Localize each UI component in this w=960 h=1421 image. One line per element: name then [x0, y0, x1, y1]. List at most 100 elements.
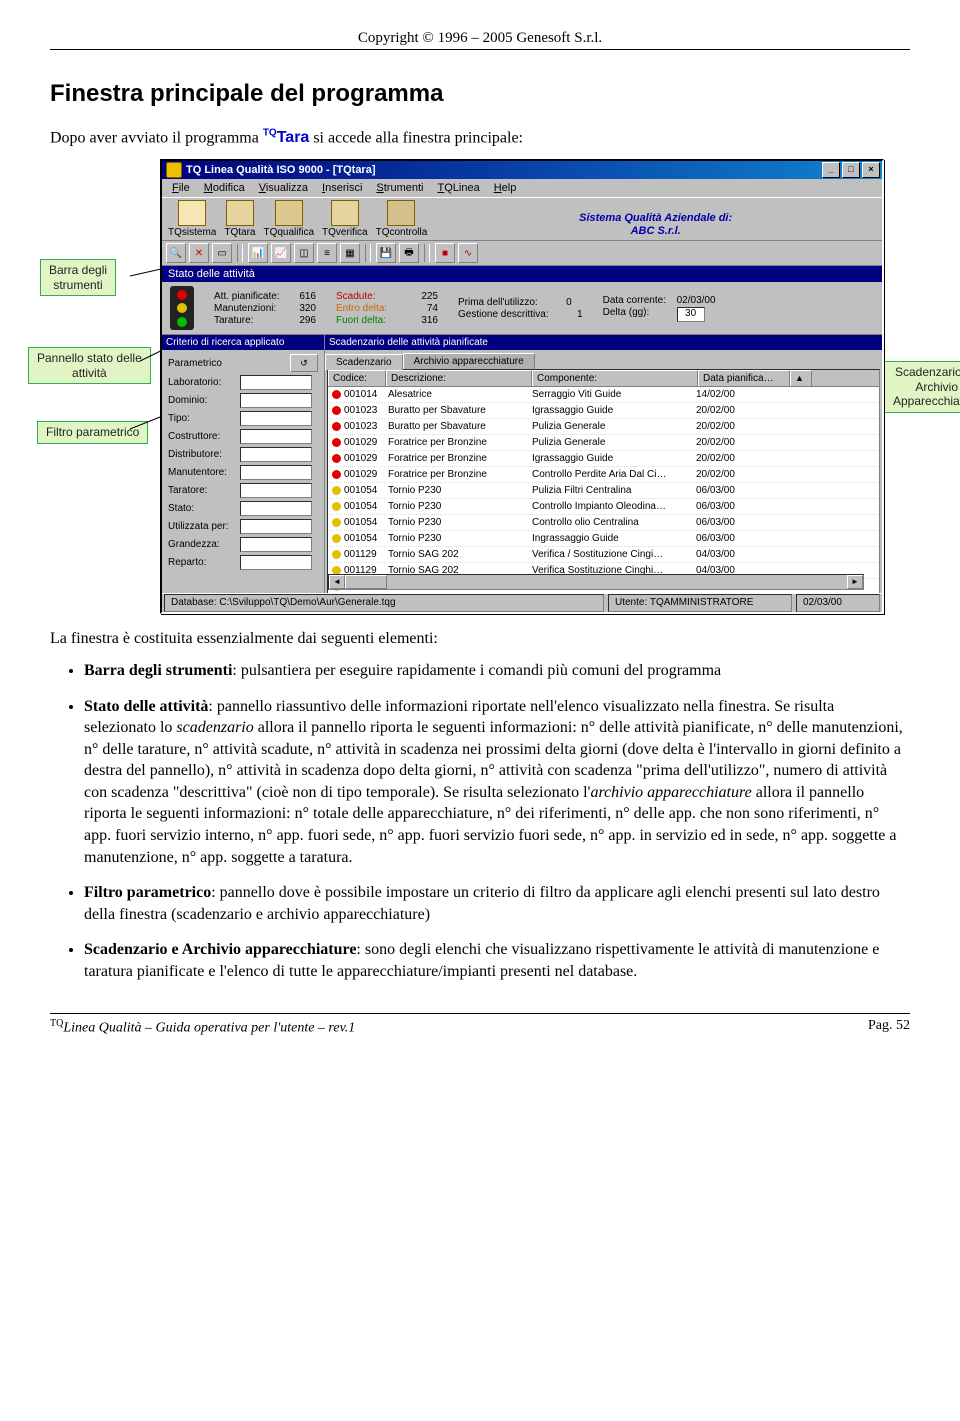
status-ball-icon: [332, 470, 341, 479]
status-date: 02/03/00: [796, 594, 880, 612]
data-grid[interactable]: Codice: Descrizione: Componente: Data pi…: [327, 369, 880, 595]
status-ball-icon: [332, 406, 341, 415]
menu-modifica[interactable]: Modifica: [198, 181, 251, 195]
menubar: FileModificaVisualizzaInserisciStrumenti…: [162, 179, 882, 197]
tb-chart1-icon[interactable]: 📊: [248, 243, 268, 263]
scroll-thumb[interactable]: [345, 575, 387, 589]
table-row[interactable]: 001014AlesatriceSerraggio Viti Guide14/0…: [328, 387, 879, 403]
filter-row: Dominio:: [168, 393, 318, 408]
filter-input[interactable]: [240, 375, 312, 390]
status-ball-icon: [332, 390, 341, 399]
copyright-header: Copyright © 1996 – 2005 Genesoft S.r.l.: [50, 30, 910, 50]
statusbar: Database: C:\Sviluppo\TQ\Demo\Aur\Genera…: [162, 593, 882, 612]
menu-strumenti[interactable]: Strumenti: [370, 181, 429, 195]
filter-mode-row: Parametrico ↺: [168, 354, 318, 372]
bullet-filter: Filtro parametrico: pannello dove è poss…: [84, 882, 910, 925]
titlebar: TQ Linea Qualità ISO 9000 - [TQtara] _ □…: [162, 161, 882, 179]
status-ball-icon: [332, 534, 341, 543]
page-number: Pag. 52: [868, 1018, 910, 1037]
col-componente[interactable]: Componente:: [532, 370, 698, 386]
tb-list-icon[interactable]: ≡: [317, 243, 337, 263]
filter-row: Tipo:: [168, 411, 318, 426]
minimize-button[interactable]: _: [822, 162, 840, 178]
screenshot-diagram: Barra deglistrumenti Pannello stato dell…: [50, 159, 910, 610]
maximize-button[interactable]: □: [842, 162, 860, 178]
table-row[interactable]: 001054Tornio P230Controllo Impianto Oleo…: [328, 499, 879, 515]
horizontal-scrollbar[interactable]: ◄ ►: [328, 574, 864, 590]
tool-tqcontrolla[interactable]: TQcontrolla: [376, 200, 428, 238]
filter-refresh-button[interactable]: ↺: [290, 354, 318, 372]
tb-card-icon[interactable]: ▭: [212, 243, 232, 263]
list-panel: Scadenzario delle attività pianificate S…: [325, 335, 882, 597]
company-banner: Sistema Qualità Aziendale di: ABC S.r.l.: [435, 212, 876, 238]
callout-toolbar: Barra deglistrumenti: [40, 259, 116, 296]
filter-row: Utilizzata per:: [168, 519, 318, 534]
filter-row: Grandezza:: [168, 537, 318, 552]
callout-status-panel: Pannello stato delleattività: [28, 347, 151, 384]
tb-delete-icon[interactable]: ✕: [189, 243, 209, 263]
filter-input[interactable]: [240, 465, 312, 480]
table-row[interactable]: 001129Tornio SAG 202Verifica / Sostituzi…: [328, 547, 879, 563]
menu-help[interactable]: Help: [488, 181, 523, 195]
filter-input[interactable]: [240, 483, 312, 498]
menu-file[interactable]: File: [166, 181, 196, 195]
tool-tqverifica[interactable]: TQverifica: [322, 200, 368, 238]
secondary-toolbar: 🔍 ✕ ▭ 📊 📈 ◫ ≡ ▦ 💾 🖶 ■ ∿: [162, 241, 882, 266]
filter-row: Taratore:: [168, 483, 318, 498]
bullet-toolbar: Barra degli strumenti: pulsantiera per e…: [84, 660, 910, 682]
table-row[interactable]: 001054Tornio P230Pulizia Filtri Centrali…: [328, 483, 879, 499]
table-row[interactable]: 001029Foratrice per BronzinePulizia Gene…: [328, 435, 879, 451]
app-icon: [166, 162, 182, 178]
filter-input[interactable]: [240, 393, 312, 408]
menu-tqlinea[interactable]: TQLinea: [432, 181, 486, 195]
tb-save-icon[interactable]: 💾: [376, 243, 396, 263]
filter-input[interactable]: [240, 429, 312, 444]
filter-input[interactable]: [240, 555, 312, 570]
status-ball-icon: [332, 550, 341, 559]
filter-row: Stato:: [168, 501, 318, 516]
filter-input[interactable]: [240, 519, 312, 534]
close-button[interactable]: ×: [862, 162, 880, 178]
page-title: Finestra principale del programma: [50, 80, 910, 108]
menu-visualizza[interactable]: Visualizza: [253, 181, 314, 195]
status-panel-title: Stato delle attività: [162, 266, 882, 282]
filter-input[interactable]: [240, 447, 312, 462]
col-data[interactable]: Data pianifica…: [698, 370, 790, 386]
filter-input[interactable]: [240, 537, 312, 552]
tb-print-icon[interactable]: 🖶: [399, 243, 419, 263]
menu-inserisci[interactable]: Inserisci: [316, 181, 368, 195]
scroll-right-button[interactable]: ►: [847, 575, 863, 589]
intro-text: Dopo aver avviato il programma TQTara si…: [50, 128, 910, 147]
table-row[interactable]: 001054Tornio P230Controllo olio Centrali…: [328, 515, 879, 531]
callout-scadenzario: Scadenzario edArchivioApparecchiature: [884, 361, 960, 412]
scroll-left-button[interactable]: ◄: [329, 575, 345, 589]
tb-grid-icon[interactable]: ▦: [340, 243, 360, 263]
status-ball-icon: [332, 422, 341, 431]
table-row[interactable]: 001029Foratrice per BronzineControllo Pe…: [328, 467, 879, 483]
filter-input[interactable]: [240, 501, 312, 516]
col-descrizione[interactable]: Descrizione:: [386, 370, 532, 386]
table-row[interactable]: 001023Buratto per SbavatureIgrassaggio G…: [328, 403, 879, 419]
callout-filter: Filtro parametrico: [37, 421, 148, 443]
tb-red-icon[interactable]: ■: [435, 243, 455, 263]
tab-scadenzario[interactable]: Scadenzario: [325, 354, 403, 370]
tab-archivio[interactable]: Archivio apparecchiature: [403, 353, 535, 369]
filter-row: Costruttore:: [168, 429, 318, 444]
table-row[interactable]: 001029Foratrice per BronzineIgrassaggio …: [328, 451, 879, 467]
status-ball-icon: [332, 438, 341, 447]
table-row[interactable]: 001023Buratto per SbavaturePulizia Gener…: [328, 419, 879, 435]
tool-tqsistema[interactable]: TQsistema: [168, 200, 216, 238]
tb-dist-icon[interactable]: ◫: [294, 243, 314, 263]
tool-tqtara[interactable]: TQtara: [224, 200, 255, 238]
filter-input[interactable]: [240, 411, 312, 426]
status-ball-icon: [332, 502, 341, 511]
tool-tqqualifica[interactable]: TQqualifica: [263, 200, 314, 238]
filter-row: Distributore:: [168, 447, 318, 462]
tb-curve-icon[interactable]: ∿: [458, 243, 478, 263]
tb-search-icon[interactable]: 🔍: [166, 243, 186, 263]
tb-chart2-icon[interactable]: 📈: [271, 243, 291, 263]
filter-row: Manutentore:: [168, 465, 318, 480]
window-title: TQ Linea Qualità ISO 9000 - [TQtara]: [186, 164, 376, 176]
col-codice[interactable]: Codice:: [328, 370, 386, 386]
table-row[interactable]: 001054Tornio P230Ingrassaggio Guide06/03…: [328, 531, 879, 547]
